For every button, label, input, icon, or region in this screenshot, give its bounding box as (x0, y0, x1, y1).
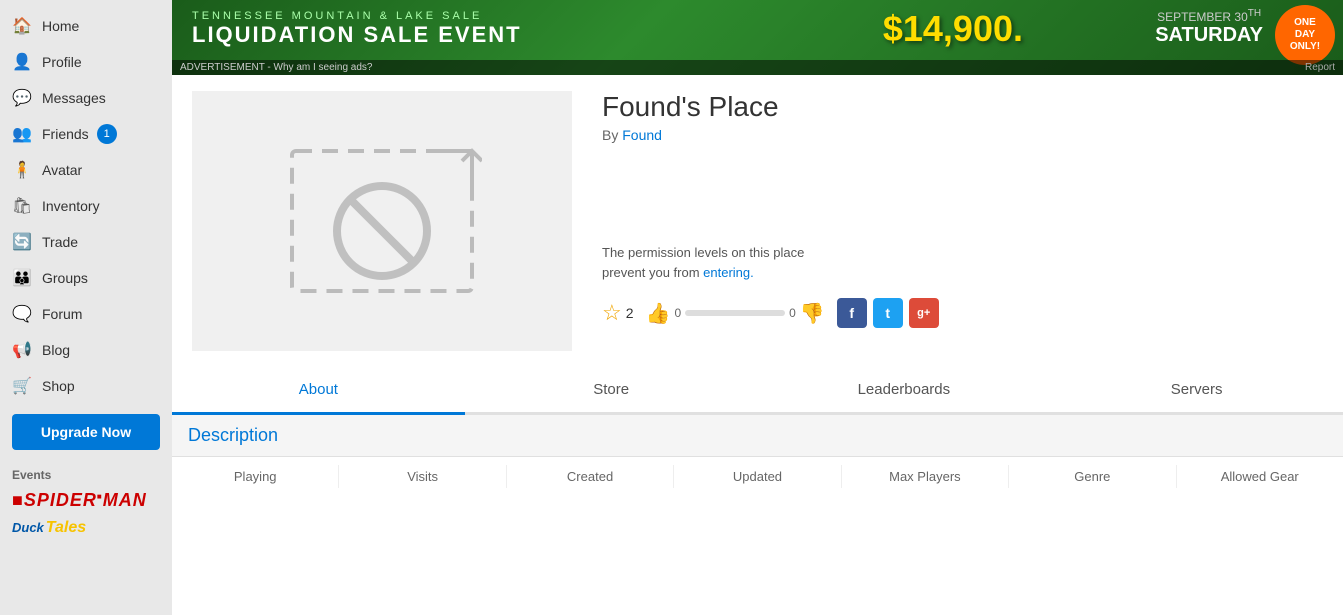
no-image-svg (282, 141, 482, 301)
sidebar-label-trade: Trade (42, 234, 78, 250)
tabs-bar: About Store Leaderboards Servers (172, 367, 1343, 415)
ad-advertisement-label: ADVERTISEMENT - Why am I seeing ads? (180, 62, 372, 73)
place-thumbnail (192, 91, 572, 351)
blog-icon: 📢 (12, 340, 32, 360)
sidebar-item-forum[interactable]: 🗨️ Forum (0, 296, 172, 332)
home-icon: 🏠 (12, 16, 32, 36)
profile-icon: 👤 (12, 52, 32, 72)
sidebar-label-groups: Groups (42, 270, 88, 286)
shop-icon: 🛒 (12, 376, 32, 396)
spiderman-event[interactable]: ■SPIDER■MAN (0, 486, 172, 515)
main-area: $14,900. TENNESSEE MOUNTAIN & LAKE SALE … (172, 0, 1343, 615)
stat-visits: Visits (339, 465, 506, 488)
sidebar-label-inventory: Inventory (42, 198, 100, 214)
sidebar-label-avatar: Avatar (42, 162, 82, 178)
vote-progress-bar (685, 310, 785, 316)
ad-date-line1: SEPTEMBER 30TH (1155, 8, 1263, 24)
star-icon: ☆ (602, 300, 622, 326)
ad-report-link[interactable]: Report (1305, 62, 1335, 73)
googleplus-share-button[interactable]: g+ (909, 298, 939, 328)
entering-link[interactable]: entering. (703, 265, 754, 280)
social-share-buttons: f t g+ (837, 298, 939, 328)
upgrade-now-button[interactable]: Upgrade Now (12, 414, 160, 450)
vote-down-count: 0 (789, 306, 796, 320)
avatar-icon: 🧍 (12, 160, 32, 180)
description-section: Description (172, 415, 1343, 456)
friends-icon: 👥 (12, 124, 32, 144)
events-heading: Events (0, 460, 172, 486)
messages-icon: 💬 (12, 88, 32, 108)
ad-sale-text: TENNESSEE MOUNTAIN & LAKE SALE LIQUIDATI… (192, 10, 522, 48)
place-info: Found's Place By Found The permission le… (572, 91, 1323, 351)
friends-badge: 1 (97, 124, 117, 144)
sidebar-item-avatar[interactable]: 🧍 Avatar (0, 152, 172, 188)
tab-about[interactable]: About (172, 367, 465, 415)
sidebar-item-home[interactable]: 🏠 Home (0, 8, 172, 44)
spiderman-logo: ■SPIDER■MAN (12, 490, 160, 511)
place-by: By Found (602, 127, 1323, 143)
description-heading: Description (188, 425, 278, 445)
facebook-share-button[interactable]: f (837, 298, 867, 328)
ducktales-logo: DuckTales (12, 519, 160, 537)
inventory-icon: 🛍 (12, 196, 32, 216)
vote-bar: 👍 0 0 👎 (646, 301, 825, 326)
sidebar-label-profile: Profile (42, 54, 82, 70)
star-count: 2 (626, 305, 634, 321)
tab-leaderboards[interactable]: Leaderboards (758, 367, 1051, 415)
sidebar-item-profile[interactable]: 👤 Profile (0, 44, 172, 80)
stat-updated: Updated (674, 465, 841, 488)
ad-date-box: SEPTEMBER 30TH SATURDAY (1155, 8, 1263, 47)
place-actions: ☆ 2 👍 0 0 👎 f t g+ (602, 298, 1323, 328)
ad-date-line2: SATURDAY (1155, 24, 1263, 47)
sidebar-item-friends[interactable]: 👥 Friends 1 (0, 116, 172, 152)
content-area: Found's Place By Found The permission le… (172, 75, 1343, 615)
sidebar-item-trade[interactable]: 🔄 Trade (0, 224, 172, 260)
sidebar-label-forum: Forum (42, 306, 82, 322)
place-author-link[interactable]: Found (622, 127, 662, 143)
favorite-button[interactable]: ☆ 2 (602, 300, 634, 326)
ducktales-event[interactable]: DuckTales (0, 515, 172, 541)
sidebar-item-groups[interactable]: 👪 Groups (0, 260, 172, 296)
sidebar-item-inventory[interactable]: 🛍 Inventory (0, 188, 172, 224)
thumbs-down-button[interactable]: 👎 (800, 301, 825, 326)
tab-store[interactable]: Store (465, 367, 758, 415)
sidebar-item-blog[interactable]: 📢 Blog (0, 332, 172, 368)
place-by-label: By (602, 127, 618, 143)
sidebar-item-shop[interactable]: 🛒 Shop (0, 368, 172, 404)
ad-sale-line2: LIQUIDATION SALE EVENT (192, 22, 522, 48)
ad-price: $14,900. (883, 8, 1023, 50)
place-title: Found's Place (602, 91, 1323, 123)
trade-icon: 🔄 (12, 232, 32, 252)
sidebar-item-messages[interactable]: 💬 Messages (0, 80, 172, 116)
ad-sale-line1: TENNESSEE MOUNTAIN & LAKE SALE (192, 10, 522, 22)
sidebar-label-messages: Messages (42, 90, 106, 106)
vote-up-count: 0 (674, 306, 681, 320)
tab-servers[interactable]: Servers (1050, 367, 1343, 415)
ad-footer: ADVERTISEMENT - Why am I seeing ads? Rep… (172, 60, 1343, 75)
stat-allowed-gear: Allowed Gear (1177, 465, 1343, 488)
stats-row: Playing Visits Created Updated Max Playe… (172, 456, 1343, 496)
stat-max-players: Max Players (842, 465, 1009, 488)
ad-banner: $14,900. TENNESSEE MOUNTAIN & LAKE SALE … (172, 0, 1343, 75)
twitter-share-button[interactable]: t (873, 298, 903, 328)
sidebar-label-blog: Blog (42, 342, 70, 358)
stat-created: Created (507, 465, 674, 488)
sidebar-label-friends: Friends (42, 126, 89, 142)
sidebar-label-home: Home (42, 18, 79, 34)
place-permission-text: The permission levels on this place prev… (602, 243, 1323, 282)
forum-icon: 🗨️ (12, 304, 32, 324)
stat-playing: Playing (172, 465, 339, 488)
groups-icon: 👪 (12, 268, 32, 288)
sidebar: 🏠 Home 👤 Profile 💬 Messages 👥 Friends 1 … (0, 0, 172, 615)
thumbs-up-button[interactable]: 👍 (646, 301, 671, 326)
sidebar-label-shop: Shop (42, 378, 75, 394)
ad-oneday-badge: ONE DAY ONLY! (1275, 5, 1335, 65)
place-header: Found's Place By Found The permission le… (172, 75, 1343, 367)
stat-genre: Genre (1009, 465, 1176, 488)
